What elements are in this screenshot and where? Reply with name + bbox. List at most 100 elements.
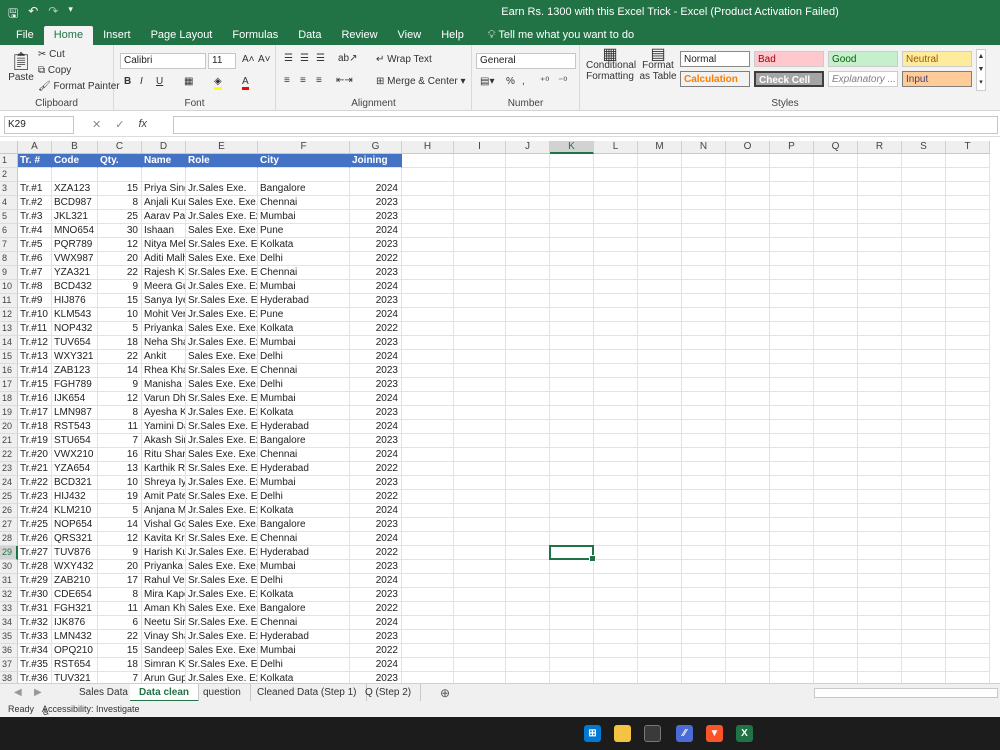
align-left-icon[interactable]: ≡ — [284, 75, 290, 86]
table-cell[interactable] — [902, 518, 946, 532]
table-cell[interactable]: Kolkata — [258, 406, 350, 420]
table-cell[interactable] — [902, 350, 946, 364]
table-cell[interactable]: Tr.#2 — [18, 196, 52, 210]
table-cell[interactable] — [638, 336, 682, 350]
align-middle-icon[interactable]: ☰ — [300, 53, 309, 64]
table-cell[interactable] — [550, 210, 594, 224]
table-cell[interactable] — [814, 182, 858, 196]
table-cell[interactable] — [682, 448, 726, 462]
table-cell[interactable]: 5 — [98, 322, 142, 336]
table-cell[interactable]: 7 — [98, 434, 142, 448]
table-cell[interactable] — [726, 196, 770, 210]
table-cell[interactable] — [594, 350, 638, 364]
table-cell[interactable] — [814, 224, 858, 238]
table-cell[interactable]: Tr.#32 — [18, 616, 52, 630]
table-cell[interactable] — [770, 448, 814, 462]
header-cell[interactable]: City — [258, 154, 350, 168]
table-cell[interactable] — [594, 448, 638, 462]
table-cell[interactable] — [726, 420, 770, 434]
table-cell[interactable] — [506, 322, 550, 336]
table-cell[interactable]: Mohit Ver — [142, 308, 186, 322]
table-cell[interactable] — [770, 280, 814, 294]
table-cell[interactable]: Jr.Sales Exe. — [186, 182, 258, 196]
table-cell[interactable] — [454, 406, 506, 420]
table-cell[interactable] — [858, 224, 902, 238]
table-cell[interactable] — [770, 294, 814, 308]
table-cell[interactable]: 2023 — [350, 630, 402, 644]
table-cell[interactable] — [770, 504, 814, 518]
table-cell[interactable] — [506, 448, 550, 462]
table-cell[interactable]: Sales Exe. Exe. — [186, 350, 258, 364]
table-cell[interactable] — [946, 672, 990, 683]
table-cell[interactable] — [902, 336, 946, 350]
table-cell[interactable] — [594, 364, 638, 378]
horizontal-scrollbar[interactable] — [814, 688, 998, 698]
table-cell[interactable] — [726, 154, 770, 168]
table-cell[interactable] — [726, 252, 770, 266]
table-cell[interactable]: BCD321 — [52, 476, 98, 490]
table-cell[interactable] — [770, 238, 814, 252]
table-cell[interactable]: Chennai — [258, 196, 350, 210]
table-cell[interactable] — [402, 294, 454, 308]
table-cell[interactable]: LMN432 — [52, 630, 98, 644]
column-header-c[interactable]: C — [98, 141, 142, 154]
table-cell[interactable] — [858, 392, 902, 406]
table-cell[interactable] — [902, 448, 946, 462]
table-cell[interactable] — [454, 196, 506, 210]
table-cell[interactable] — [814, 266, 858, 280]
table-cell[interactable] — [454, 322, 506, 336]
table-cell[interactable] — [454, 532, 506, 546]
table-cell[interactable] — [726, 280, 770, 294]
header-cell[interactable]: Role — [186, 154, 258, 168]
column-header-m[interactable]: M — [638, 141, 682, 154]
table-cell[interactable]: Bangalore — [258, 518, 350, 532]
table-cell[interactable]: 9 — [98, 280, 142, 294]
table-cell[interactable] — [946, 490, 990, 504]
table-cell[interactable] — [858, 672, 902, 683]
table-cell[interactable] — [682, 308, 726, 322]
table-cell[interactable]: 2024 — [350, 182, 402, 196]
table-cell[interactable] — [454, 210, 506, 224]
row-header[interactable]: 6 — [0, 224, 18, 238]
table-cell[interactable] — [902, 672, 946, 683]
table-cell[interactable] — [902, 434, 946, 448]
table-cell[interactable] — [594, 602, 638, 616]
table-cell[interactable]: 12 — [98, 392, 142, 406]
table-cell[interactable]: Mumbai — [258, 280, 350, 294]
table-cell[interactable] — [594, 168, 638, 182]
table-cell[interactable]: Tr.#31 — [18, 602, 52, 616]
tab-file[interactable]: File — [6, 26, 44, 45]
table-cell[interactable] — [550, 196, 594, 210]
table-cell[interactable] — [858, 616, 902, 630]
table-cell[interactable]: 2024 — [350, 616, 402, 630]
table-cell[interactable] — [506, 420, 550, 434]
table-cell[interactable]: Kolkata — [258, 322, 350, 336]
table-cell[interactable]: 10 — [98, 476, 142, 490]
table-cell[interactable] — [638, 658, 682, 672]
table-cell[interactable] — [946, 308, 990, 322]
table-cell[interactable] — [454, 252, 506, 266]
table-cell[interactable] — [402, 182, 454, 196]
table-cell[interactable] — [454, 294, 506, 308]
row-header[interactable]: 14 — [0, 336, 18, 350]
table-cell[interactable]: Rahul Ver — [142, 574, 186, 588]
table-cell[interactable] — [858, 532, 902, 546]
table-cell[interactable] — [638, 448, 682, 462]
table-cell[interactable] — [550, 238, 594, 252]
table-cell[interactable]: Tr.#5 — [18, 238, 52, 252]
tab-page-layout[interactable]: Page Layout — [141, 26, 223, 45]
next-sheet-icon[interactable]: ▶ — [34, 687, 42, 698]
table-cell[interactable] — [902, 658, 946, 672]
table-cell[interactable]: 30 — [98, 224, 142, 238]
table-cell[interactable] — [506, 518, 550, 532]
table-cell[interactable]: BCD432 — [52, 280, 98, 294]
table-cell[interactable] — [770, 616, 814, 630]
table-cell[interactable] — [726, 308, 770, 322]
table-cell[interactable] — [638, 532, 682, 546]
table-cell[interactable]: Pune — [258, 308, 350, 322]
column-header-d[interactable]: D — [142, 141, 186, 154]
table-cell[interactable]: Bangalore — [258, 602, 350, 616]
table-cell[interactable] — [858, 658, 902, 672]
table-cell[interactable]: Jr.Sales Exe. Exe — [186, 504, 258, 518]
table-cell[interactable] — [454, 364, 506, 378]
